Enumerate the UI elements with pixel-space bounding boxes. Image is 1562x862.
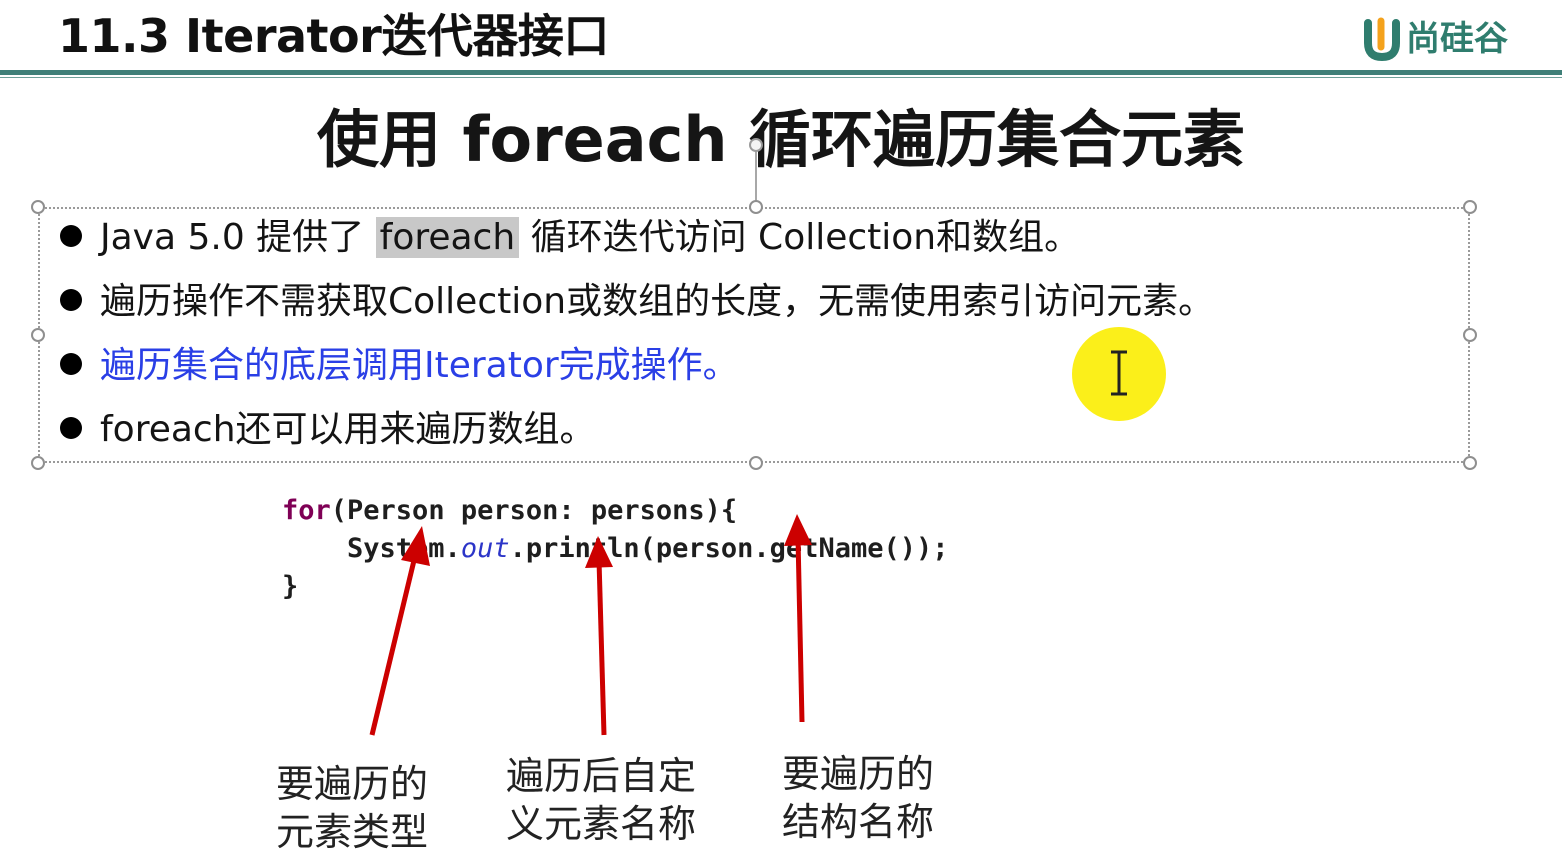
- bullet-text-before: Java 5.0 提供了: [100, 217, 376, 258]
- rotation-stem: [755, 145, 757, 207]
- code-line-3: }: [282, 571, 299, 602]
- resize-handle-bottom-right[interactable]: [1463, 456, 1477, 470]
- bullet-dot-icon: [60, 225, 82, 247]
- bullet-list[interactable]: Java 5.0 提供了 foreach 循环迭代访问 Collection和数…: [58, 210, 1458, 466]
- resize-handle-top-right[interactable]: [1463, 200, 1477, 214]
- code-line-2-prefix: System.: [282, 533, 461, 564]
- resize-handle-left[interactable]: [31, 328, 45, 342]
- bullet-dot-icon: [60, 417, 82, 439]
- slide-title[interactable]: 使用 foreach 循环遍历集合元素: [0, 100, 1562, 180]
- bullet-dot-icon: [60, 289, 82, 311]
- bullet-item: 遍历操作不需获取Collection或数组的长度，无需使用索引访问元素。: [58, 274, 1458, 338]
- code-block[interactable]: for(Person person: persons){ System.out.…: [282, 492, 949, 606]
- bullet-item: Java 5.0 提供了 foreach 循环迭代访问 Collection和数…: [58, 210, 1458, 274]
- bullet-text: foreach还可以用来遍历数组。: [100, 409, 596, 450]
- code-line-2-suffix: .println(person.getName());: [509, 533, 949, 564]
- label-custom-name: 遍历后自定 义元素名称: [506, 754, 697, 846]
- code-field-out: out: [460, 533, 510, 564]
- code-keyword-for: for: [282, 495, 331, 526]
- resize-handle-top-left[interactable]: [31, 200, 45, 214]
- resize-handle-right[interactable]: [1463, 328, 1477, 342]
- label-structure-name: 要遍历的 结构名称: [782, 752, 935, 844]
- header-divider-thin: [0, 77, 1562, 78]
- code-line-1: (Person person: persons){: [330, 495, 738, 526]
- logo-text: 尚硅谷: [1406, 19, 1508, 59]
- header-title: 11.3 Iterator迭代器接口: [58, 9, 609, 63]
- resize-handle-bottom-left[interactable]: [31, 456, 45, 470]
- brand-logo: 尚硅谷: [1362, 14, 1552, 64]
- bullet-text: 遍历操作不需获取Collection或数组的长度，无需使用索引访问元素。: [100, 281, 1215, 322]
- text-cursor-icon: [1111, 350, 1127, 396]
- label-element-type: 要遍历的 元素类型: [276, 762, 429, 854]
- header-divider: [0, 70, 1562, 75]
- bullet-text: 遍历集合的底层调用Iterator完成操作。: [100, 345, 739, 386]
- bullet-item: foreach还可以用来遍历数组。: [58, 402, 1458, 466]
- rotate-handle[interactable]: [749, 138, 763, 152]
- bullet-item-blue: 遍历集合的底层调用Iterator完成操作。: [58, 338, 1458, 402]
- u-logo-icon: [1364, 17, 1400, 61]
- bullet-dot-icon: [60, 353, 82, 375]
- bullet-text-after: 循环迭代访问 Collection和数组。: [519, 217, 1081, 258]
- highlighted-word: foreach: [375, 217, 520, 258]
